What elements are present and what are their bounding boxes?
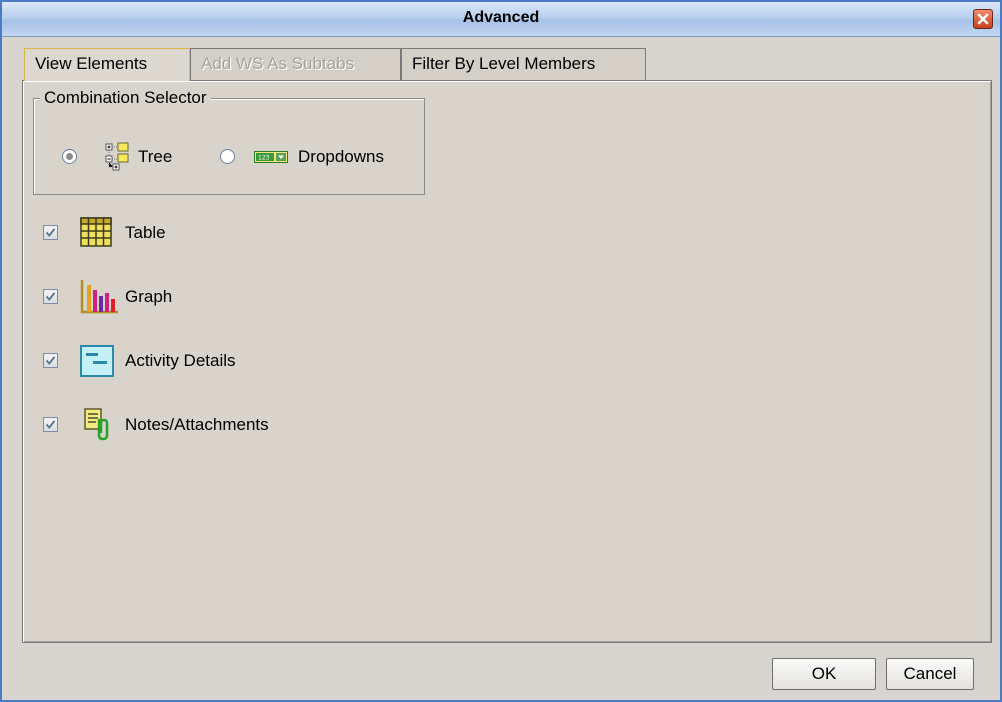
checkmark-icon	[45, 228, 56, 238]
activity-details-label: Activity Details	[125, 351, 236, 370]
ok-button[interactable]: OK	[772, 658, 876, 690]
tab-add-ws-as-subtabs[interactable]: Add WS As Subtabs	[190, 48, 401, 80]
table-label: Table	[125, 223, 166, 242]
combination-selector-options: Tree 123 Dropdowns	[62, 142, 422, 171]
checkmark-icon	[45, 420, 56, 430]
activity-details-icon	[80, 345, 114, 377]
dialog-title: Advanced	[462, 9, 540, 26]
advanced-dialog: Advanced View Elements Add WS As Subtabs…	[0, 0, 1002, 702]
activity-details-checkbox[interactable]	[43, 353, 58, 368]
dropdowns-label: Dropdowns	[298, 147, 384, 166]
graph-label: Graph	[125, 287, 173, 306]
close-button[interactable]	[973, 9, 993, 29]
graph-checkbox[interactable]	[43, 289, 58, 304]
graph-option-row[interactable]: Graph	[43, 277, 643, 317]
bar-chart-icon	[80, 280, 118, 314]
cancel-button[interactable]: Cancel	[886, 658, 974, 690]
dropdown-icon: 123	[254, 151, 288, 163]
tab-filter-by-level-members[interactable]: Filter By Level Members	[401, 48, 646, 80]
notes-attachments-checkbox[interactable]	[43, 417, 58, 432]
dropdowns-radio[interactable]	[220, 149, 235, 164]
table-icon	[80, 217, 112, 247]
tree-radio[interactable]	[62, 149, 77, 164]
view-elements-panel: Combination Selector Tree 123 Dropdowns …	[22, 80, 992, 643]
svg-text:123: 123	[258, 155, 270, 162]
combination-selector-legend: Combination Selector	[40, 88, 211, 108]
title-bar[interactable]: Advanced	[2, 2, 1000, 37]
table-checkbox[interactable]	[43, 225, 58, 240]
checkmark-icon	[45, 292, 56, 302]
tab-view-elements[interactable]: View Elements	[24, 48, 190, 81]
notes-attachments-option-row[interactable]: Notes/Attachments	[43, 405, 643, 445]
activity-details-option-row[interactable]: Activity Details	[43, 341, 643, 381]
tree-label: Tree	[138, 147, 173, 166]
close-icon	[977, 13, 989, 25]
notes-attachments-label: Notes/Attachments	[125, 415, 269, 434]
table-option-row[interactable]: Table	[43, 213, 643, 253]
checkmark-icon	[45, 356, 56, 366]
notes-attachment-icon	[84, 408, 109, 441]
combination-selector-group: Combination Selector Tree 123 Dropdowns	[33, 88, 425, 195]
tree-icon	[105, 142, 129, 171]
